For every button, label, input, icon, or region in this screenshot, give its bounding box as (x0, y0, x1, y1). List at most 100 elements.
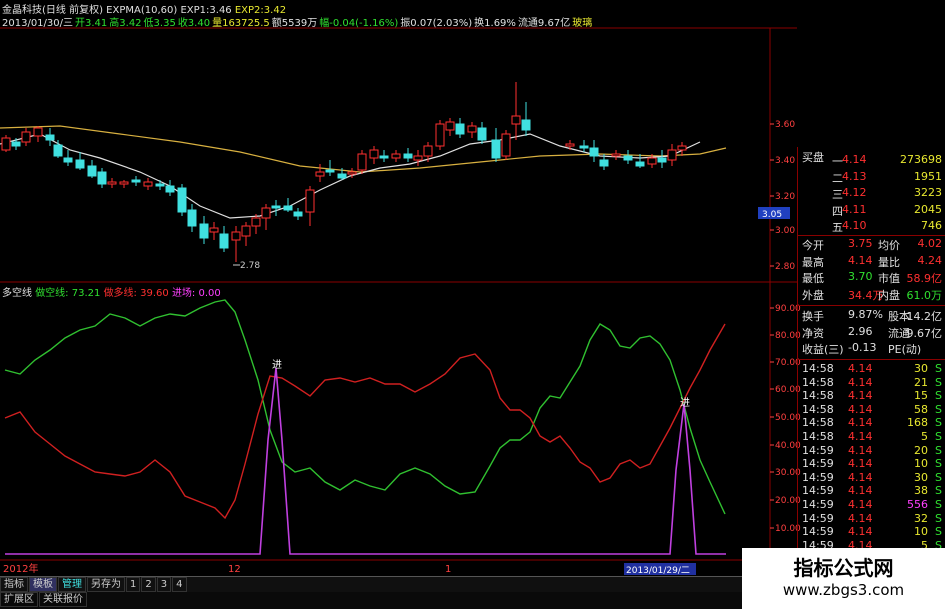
panel-cell: 14:59 (802, 484, 834, 498)
panel-cell: 30 (914, 362, 928, 375)
indicator-title[interactable]: 多空线 (2, 288, 32, 299)
panel-cell: 9.67亿 (906, 326, 943, 340)
panel-cell: 4.14 (848, 457, 873, 471)
candle-body (635, 161, 645, 167)
price-tick: 2.80 (775, 262, 795, 272)
candle-body (87, 165, 97, 177)
panel-row: 最低 3.70 市值 58.9亿 (802, 270, 944, 287)
candle-body (599, 159, 609, 167)
template-button[interactable]: 模板 (29, 577, 57, 592)
candle-body (177, 187, 187, 213)
panel-cell: 1951 (914, 169, 942, 183)
extension-tab[interactable]: 扩展区 (0, 592, 38, 607)
manage-button[interactable]: 管理 (58, 577, 86, 592)
panel-cell: 4.14 (848, 470, 873, 484)
candle-body (565, 143, 575, 147)
panel-cell: 市值 (878, 272, 900, 285)
panel-cell: 10 (914, 457, 928, 471)
related-quote-tab[interactable]: 关联报价 (39, 592, 87, 607)
panel-cell: S (935, 416, 942, 430)
candle-body (21, 131, 31, 143)
candle-body (107, 181, 117, 185)
panel-cell: S (935, 443, 942, 457)
panel-cell: 5 (921, 430, 928, 443)
panel-cell: 61.0万 (906, 288, 943, 302)
candle-body (369, 149, 379, 159)
page-2-button[interactable]: 2 (141, 577, 156, 592)
save-as-button[interactable]: 另存为 (87, 577, 125, 592)
candle-body (325, 169, 335, 173)
panel-cell: 38 (914, 484, 928, 498)
price-tick: 3.20 (775, 192, 795, 202)
panel-cell: 4.13 (842, 169, 867, 183)
quote-panel: 买盘 一 4.14 273698 二 4.13 1951 三 4.12 3223 四 4.11 204… (797, 147, 945, 565)
panel-cell: 14:59 (802, 470, 834, 484)
panel-cell: S (935, 375, 942, 389)
panel-cell: 15 (914, 389, 928, 403)
indicator-button[interactable]: 指标 (0, 577, 28, 592)
page-1-button[interactable]: 1 (126, 577, 141, 592)
panel-cell: 30 (914, 470, 928, 484)
panel-cell: 14:59 (802, 525, 834, 539)
panel-cell: 4.10 (842, 219, 867, 232)
candle-body (391, 153, 401, 159)
panel-cell: S (935, 470, 942, 484)
panel-cell: S (935, 362, 942, 375)
panel-cell: S (935, 430, 942, 443)
candle-body (667, 149, 677, 161)
panel-row: 三 4.12 3223 (802, 186, 944, 203)
candle-body (579, 145, 589, 149)
panel-row: 外盘 34.4万 内盘 61.0万 (802, 287, 944, 304)
candle-body (11, 141, 21, 147)
panel-cell: 14:59 (802, 498, 834, 511)
panel-cell: 14:58 (802, 416, 834, 430)
panel-cell: 4.02 (917, 237, 943, 250)
candle-body (271, 205, 281, 209)
panel-cell: 2.96 (848, 324, 873, 338)
panel-cell: -0.13 (848, 341, 877, 354)
time-axis-left: 2012年 (3, 562, 38, 575)
panel-cell: S (935, 389, 942, 403)
long-line (4, 323, 726, 520)
panel-row: 今开 3.75 均价 4.02 (802, 237, 944, 254)
low-marker: 2.78 (240, 261, 260, 271)
watermark-logo: 指标公式网 www.zbgs3.com (742, 548, 945, 609)
panel-cell: 2045 (914, 202, 942, 216)
panel-row: 净资 2.96 流通 9.67亿 (802, 325, 944, 342)
signal-label-1: 进 (272, 359, 282, 371)
panel-cell: 4.14 (848, 498, 873, 511)
panel-cell: S (935, 511, 942, 525)
candle-body (445, 121, 455, 131)
candle-body (347, 171, 357, 175)
panel-cell: 均价 (878, 239, 900, 252)
candle-body (53, 144, 63, 157)
panel-cell: 4.14 (848, 402, 873, 416)
candle-body (231, 231, 241, 241)
panel-cell: 58.9亿 (906, 272, 943, 285)
indicator-s2: 做多线: 39.60 (103, 288, 169, 299)
page-4-button[interactable]: 4 (172, 577, 187, 592)
candle-body (623, 155, 633, 161)
panel-row: 收益(三) -0.13 PE(动) (802, 341, 944, 358)
panel-cell: 最高 (802, 255, 824, 269)
candle-body (337, 173, 347, 179)
price-tick: 3.00 (775, 226, 795, 236)
panel-cell: 净资 (802, 326, 824, 340)
page-3-button[interactable]: 3 (156, 577, 172, 592)
candle-body (477, 127, 487, 141)
candle-body (219, 233, 229, 249)
panel-cell: 10 (914, 525, 928, 539)
candle-body (677, 145, 687, 151)
watermark-url: www.zbgs3.com (782, 581, 905, 599)
short-line (4, 299, 726, 515)
cursor-date: 2013/01/29/二 (626, 566, 690, 576)
panel-cell: 9.87% (848, 308, 883, 321)
panel-row: 五 4.10 746 (802, 219, 944, 236)
candle-body (119, 181, 129, 185)
candle-body (315, 171, 325, 177)
candle-body (611, 153, 621, 157)
indicator-s1: 做空线: 73.21 (35, 288, 101, 299)
panel-cell: 4.14 (848, 362, 873, 375)
panel-cell: 4.14 (848, 389, 873, 403)
candle-body (155, 183, 165, 187)
